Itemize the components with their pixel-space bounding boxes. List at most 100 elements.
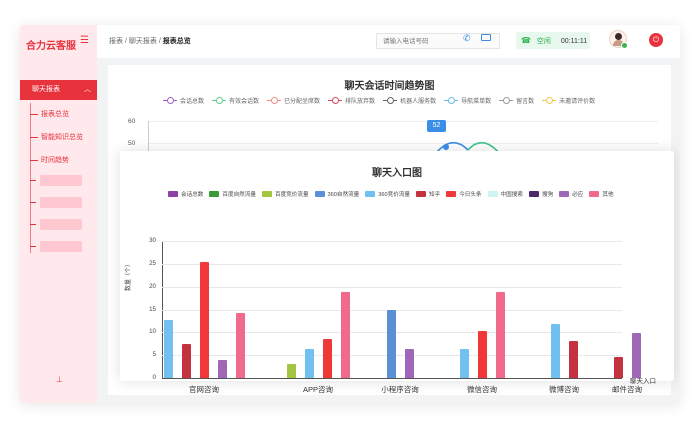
trend-legend-item[interactable]: 排队放弃数	[328, 96, 375, 105]
trend-legend-item[interactable]: 有效会话数	[212, 96, 259, 105]
sidebar-subitem-trend[interactable]: 时间趋势	[30, 155, 69, 165]
brand-logo: 合力云客服	[26, 41, 76, 52]
legend-label: 360竞价流量	[378, 192, 410, 198]
tree-branch	[30, 202, 36, 203]
legend-swatch	[415, 191, 426, 197]
legend-line-icon	[328, 97, 343, 104]
bar[interactable]	[304, 348, 314, 378]
legend-swatch	[365, 191, 376, 197]
legend-item[interactable]: 百度竞价流量	[261, 190, 309, 198]
breadcrumb-separator: /	[158, 38, 161, 45]
bar[interactable]	[459, 348, 469, 378]
y-tick-label: 25	[149, 259, 156, 267]
power-icon[interactable]: ⏻	[649, 33, 663, 47]
breadcrumb-separator: /	[124, 38, 127, 45]
status-timer: 00:11:11	[560, 38, 588, 45]
y-tick-label: 5	[152, 351, 156, 359]
y-tick-label: 10	[149, 328, 156, 336]
trend-gridline	[148, 143, 658, 144]
bar[interactable]	[340, 292, 350, 378]
agent-status[interactable]: ☎ 空闲 00:11:11	[516, 32, 590, 49]
trend-legend-item[interactable]: 未邀请评价数	[542, 96, 595, 105]
bar[interactable]	[322, 338, 332, 378]
x-tick-label: 微信咨询	[467, 385, 497, 394]
legend-swatch	[528, 191, 539, 197]
entry-chart-title: 聊天入口图	[372, 168, 422, 179]
legend-item[interactable]: 360竞价流量	[365, 190, 410, 198]
legend-label: 知乎	[428, 192, 441, 198]
y-tick-label: 15	[149, 305, 156, 313]
sidebar-placeholder-item[interactable]	[40, 241, 82, 252]
y-tick-label: 20	[149, 282, 156, 290]
legend-item[interactable]: 其他	[589, 190, 614, 198]
bar[interactable]	[404, 348, 414, 378]
breadcrumb-report[interactable]: 报表	[109, 38, 123, 45]
sidebar-placeholder-item[interactable]	[40, 219, 82, 230]
x-tick-label: 官网咨询	[189, 385, 219, 394]
sidebar-placeholder-item[interactable]	[40, 197, 82, 208]
x-tick-label: 小程序咨询	[381, 385, 419, 394]
legend-line-icon	[163, 97, 177, 104]
legend-item[interactable]: 百度自然流量	[209, 190, 256, 198]
bar[interactable]	[477, 331, 487, 378]
bar[interactable]	[217, 359, 227, 378]
trend-legend-label: 会话总数	[180, 99, 205, 105]
legend-item[interactable]: 360自然流量	[314, 190, 359, 198]
trend-legend-item[interactable]: 已分配坐席数	[267, 96, 320, 105]
sidebar-subitem-knowledge[interactable]: 智能知识总览	[30, 132, 83, 142]
collapse-icon[interactable]: ⊥	[56, 375, 63, 384]
legend-item[interactable]: 中国搜索	[487, 190, 523, 198]
bar[interactable]	[550, 324, 560, 378]
bar[interactable]	[235, 313, 245, 378]
bar[interactable]	[163, 319, 173, 378]
sidebar: 合力云客服 ☰ 聊天报表 ︿ 报表总览 智能知识总览 时间趋势 ⊥	[20, 25, 97, 403]
tree-branch	[30, 246, 36, 247]
legend-label: 搜狗	[541, 192, 554, 198]
legend-line-icon	[499, 97, 514, 104]
bar[interactable]	[181, 344, 191, 378]
legend-line-icon	[444, 97, 459, 104]
bar[interactable]	[286, 364, 296, 378]
legend-item[interactable]: 知乎	[415, 190, 441, 198]
tree-branch	[30, 136, 38, 138]
legend-swatch	[261, 191, 272, 197]
sidebar-subitem-overview[interactable]: 报表总览	[30, 109, 69, 119]
bar[interactable]	[495, 292, 505, 378]
legend-item[interactable]: 今日头条	[446, 190, 482, 198]
menu-icon[interactable]: ☰	[80, 35, 89, 46]
bar[interactable]	[386, 309, 396, 378]
sidebar-item-label: 聊天报表	[32, 86, 60, 93]
top-header: 报表 / 聊天报表 / 报表总览 ✆ ☎ 空闲 00:11:11 ⏻	[97, 25, 680, 58]
bar[interactable]	[613, 356, 623, 378]
tree-branch	[30, 224, 36, 225]
online-badge-icon	[621, 42, 628, 49]
trend-legend-item[interactable]: 导航菜单数	[444, 96, 491, 105]
trend-legend-item[interactable]: 机器人服务数	[383, 96, 436, 105]
bar[interactable]	[631, 333, 641, 378]
trend-legend-item[interactable]: 会话总数	[163, 96, 204, 105]
gridline	[162, 286, 622, 288]
trend-legend-label: 已分配坐席数	[284, 99, 321, 105]
legend-line-icon	[212, 97, 227, 104]
legend-item[interactable]: 搜狗	[528, 190, 554, 198]
bar[interactable]	[568, 341, 578, 378]
sidebar-placeholder-item[interactable]	[40, 175, 82, 186]
trend-legend-label: 排队放弃数	[345, 99, 376, 105]
legend-item[interactable]: 会话总数	[168, 190, 203, 198]
sidebar-item-chat-report[interactable]: 聊天报表 ︿	[20, 80, 97, 100]
tree-branch	[30, 159, 38, 161]
trend-point[interactable]	[443, 144, 449, 150]
legend-label: 百度竞价流量	[274, 192, 309, 198]
trend-legend-label: 机器人服务数	[400, 99, 437, 105]
breadcrumb-current: 报表总览	[162, 38, 191, 45]
bar[interactable]	[199, 262, 209, 378]
legend-item[interactable]: 必应	[559, 190, 583, 198]
mail-icon[interactable]	[481, 34, 491, 41]
x-tick-label: APP咨询	[302, 385, 334, 394]
legend-label: 其他	[602, 192, 614, 198]
legend-line-icon	[383, 97, 398, 104]
trend-y-tick: 60	[128, 118, 136, 125]
breadcrumb-chat-report[interactable]: 聊天报表	[129, 38, 157, 45]
trend-legend-item[interactable]: 留言数	[499, 96, 534, 105]
phone-icon[interactable]: ✆	[463, 33, 471, 44]
